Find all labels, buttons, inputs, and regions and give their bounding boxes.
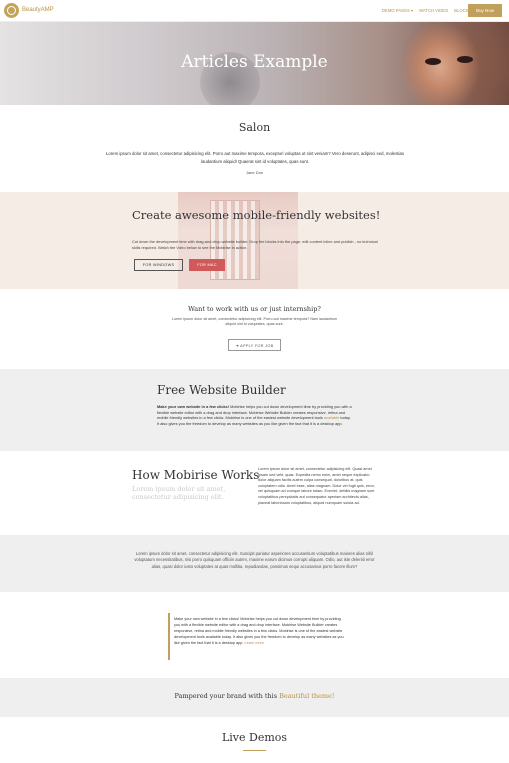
salon-author: Jane Doe xyxy=(245,170,264,175)
create-text: Cut down the development time with drag-… xyxy=(132,239,378,250)
free-builder-text: Make your own website in a few clicks! M… xyxy=(157,404,353,426)
top-navbar: BeautyAMP DEMO PAGES ▾ WATCH VIDEO BLOCK… xyxy=(0,0,509,22)
free-builder-lead: Make your own website in a few clicks! xyxy=(157,404,229,409)
how-subtitle: Lorem ipsum dolor sit amet, consectetur … xyxy=(132,485,226,501)
salon-title: Salon xyxy=(238,121,271,134)
create-title: Create awesome mobile-friendly websites! xyxy=(132,208,381,222)
how-title: How Mobirise Works xyxy=(132,468,260,482)
learn-more-link[interactable]: Learn more xyxy=(245,641,264,645)
hero-title: Articles Example xyxy=(181,52,328,72)
logo-icon[interactable] xyxy=(4,3,19,18)
internship-text: Lorem ipsum dolor sit amet, consectetur … xyxy=(171,317,338,326)
buy-now-button[interactable]: Buy Now xyxy=(468,4,502,17)
lorem-text: Lorem ipsum dolor sit amet, consectetur … xyxy=(134,551,375,569)
nav-links: DEMO PAGES ▾ WATCH VIDEO BLOCKS ▾ xyxy=(382,8,474,13)
salon-text: Lorem ipsum dolor sit amet, consectetur … xyxy=(105,151,405,164)
free-builder-title: Free Website Builder xyxy=(157,383,286,397)
how-text: Lorem ipsum dolor sit amet, consectetur … xyxy=(258,467,375,505)
brand-name[interactable]: BeautyAMP xyxy=(22,7,54,13)
live-demos-title: Live Demos xyxy=(221,731,288,744)
pampered-lead: Pampered your brand with this xyxy=(174,692,280,700)
available-link[interactable]: available xyxy=(324,415,339,420)
for-mac-button[interactable]: FOR MAC xyxy=(189,259,225,271)
title-underline xyxy=(243,750,266,751)
nav-link-demo-pages[interactable]: DEMO PAGES ▾ xyxy=(382,8,413,13)
internship-title: Want to work with us or just internship? xyxy=(188,305,321,313)
for-windows-button[interactable]: FOR WINDOWS xyxy=(134,259,183,271)
apply-for-job-button[interactable]: ➜ APPLY FOR JOB xyxy=(228,339,281,351)
nav-link-watch-video[interactable]: WATCH VIDEO xyxy=(419,8,448,13)
pampered-text: Pampered your brand with this Beautiful … xyxy=(0,692,509,700)
quote-accent-bar xyxy=(168,613,170,660)
beautiful-theme-link[interactable]: Beautiful theme! xyxy=(279,692,334,700)
quote-text: Make your own website in a few clicks! M… xyxy=(174,616,344,646)
